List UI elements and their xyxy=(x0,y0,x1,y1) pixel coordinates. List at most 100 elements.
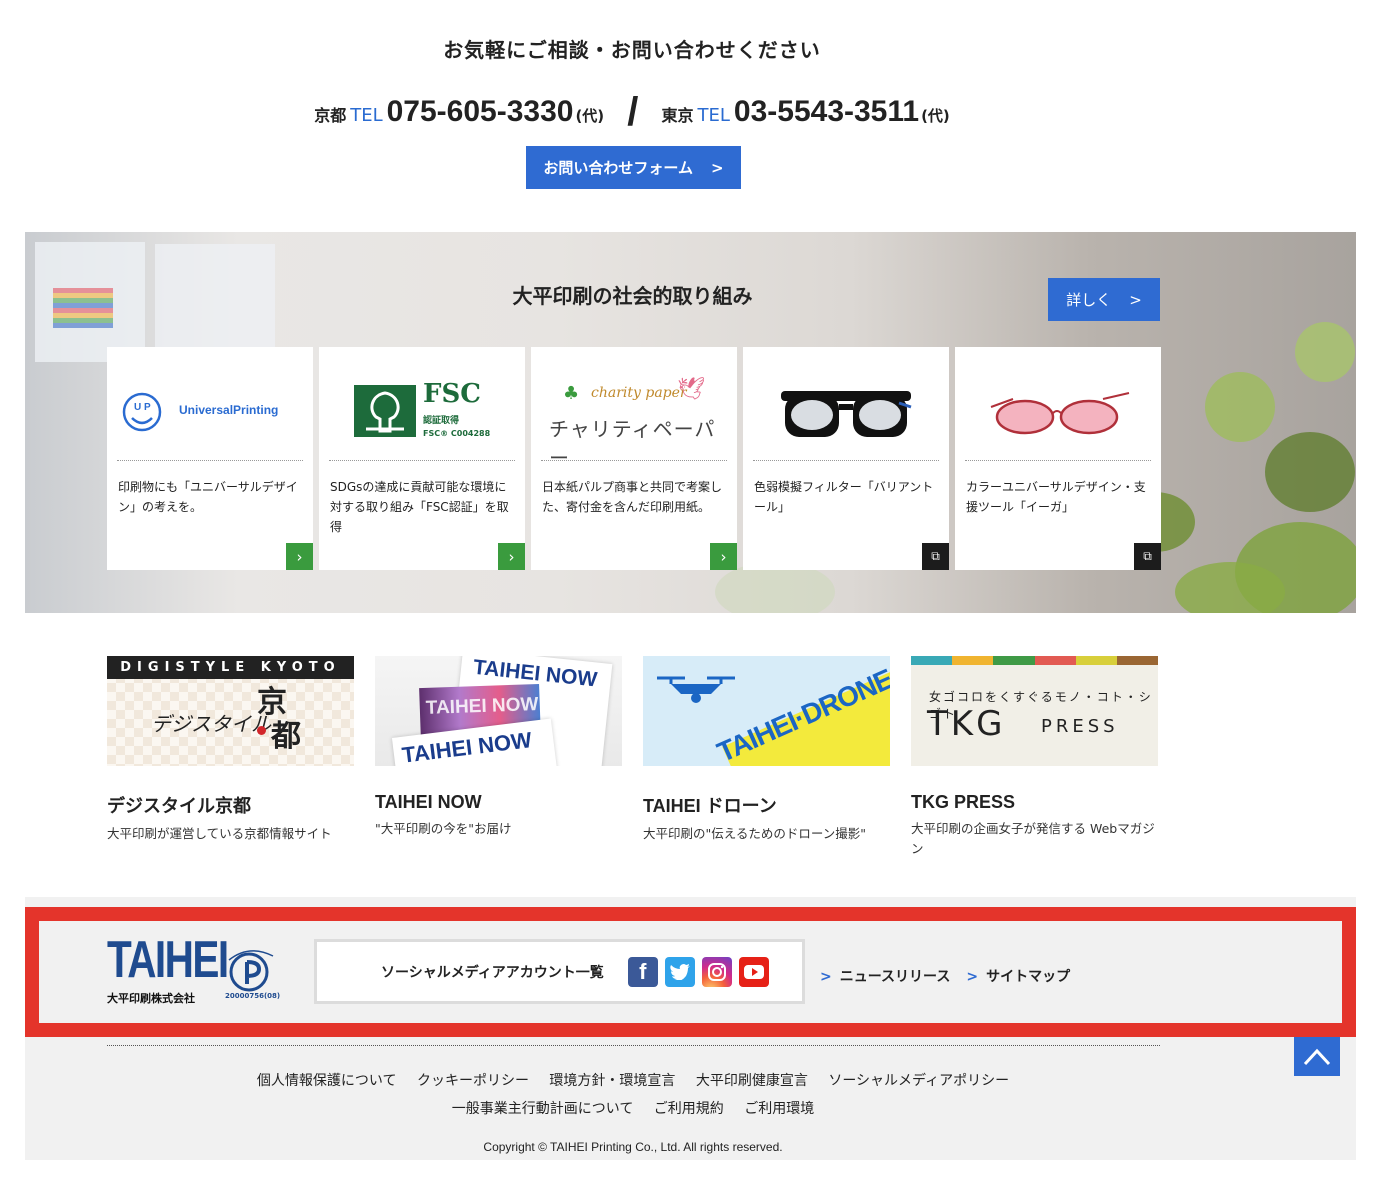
digistyle-banner-to: 都 xyxy=(271,719,301,754)
policy-link-privacy[interactable]: 個人情報保護について xyxy=(257,1073,397,1089)
charity-paper-logo: ♣ charity paper 🕊 チャリティペーパー xyxy=(541,367,727,470)
digistyle-banner[interactable]: DIGISTYLE KYOTO デジスタイル 京 都 xyxy=(107,656,354,766)
twitter-icon[interactable] xyxy=(664,956,695,987)
tkg-press-banner[interactable]: 女ゴコロをくすぐるモノ・コト・シゴト TKG PRESS xyxy=(911,656,1158,766)
card-universal-printing[interactable]: U P UniversalPrinting 印刷物にも「ユニバーサルデザイン」の… xyxy=(107,347,313,570)
media-subtitle: 大平印刷の企画女子が発信する Webマガジン xyxy=(911,821,1155,856)
tel-separator: / xyxy=(627,90,639,134)
plant-leaf xyxy=(1175,562,1285,613)
detail-button[interactable]: 詳しく > xyxy=(1048,278,1160,321)
digistyle-banner-jp: デジスタイル xyxy=(151,712,271,736)
contact-heading: お気軽にご相談・お問い合わせください xyxy=(443,38,821,62)
media-tkg-press[interactable]: 女ゴコロをくすぐるモノ・コト・シゴト TKG PRESS TKG PRESS 大… xyxy=(911,656,1158,859)
card-description: 日本紙パルプ商事と共同で考案した、寄付金を含んだ印刷用紙。 xyxy=(542,480,723,514)
contact-form-label: お問い合わせフォーム xyxy=(543,159,693,177)
fsc-title: FSC xyxy=(423,379,481,409)
kyoto-dai: (代) xyxy=(575,107,605,125)
policy-link-health[interactable]: 大平印刷健康宣言 xyxy=(696,1073,808,1089)
fsc-logo: FSC 認証取得 FSC® C004288 xyxy=(329,367,515,457)
tokyo-label: 東京 xyxy=(661,106,694,125)
svg-text:U P: U P xyxy=(134,402,151,413)
policy-link-cookie[interactable]: クッキーポリシー xyxy=(417,1073,529,1089)
tel-line: 京都 TEL 075-605-3330 (代) / 東京 TEL 03-5543-3511… xyxy=(0,86,1264,134)
taihei-company-name: 大平印刷株式会社 xyxy=(107,992,195,1005)
color-stripe xyxy=(911,656,1158,665)
taihei-drone-banner[interactable]: TAIHEI·DRONE xyxy=(643,656,890,766)
tkg-logo-text: TKG xyxy=(927,704,1006,744)
plant-leaf xyxy=(1205,372,1275,442)
contact-form-button[interactable]: お問い合わせフォーム > xyxy=(526,146,741,189)
kyoto-tel-number[interactable]: 075-605-3330 xyxy=(387,95,574,128)
footer-links: > ニュースリリース > サイトマップ xyxy=(820,966,1070,986)
card-fsc[interactable]: FSC 認証取得 FSC® C004288 SDGsの達成に貢献可能な環境に対す… xyxy=(319,347,525,570)
digistyle-banner-bar: DIGISTYLE KYOTO xyxy=(107,656,354,679)
media-subtitle: 大平印刷の"伝えるためのドローン撮影" xyxy=(643,826,866,841)
external-window-icon[interactable]: ⧉ xyxy=(1134,543,1161,570)
privacy-mark-number: 20000756(08) xyxy=(225,992,281,1000)
bird-icon: 🕊 xyxy=(677,377,705,402)
instagram-icon[interactable] xyxy=(701,956,732,987)
universal-printing-text: UniversalPrinting xyxy=(179,403,279,417)
youtube-icon[interactable] xyxy=(738,956,769,987)
chevron-right-icon: > xyxy=(1129,290,1142,309)
card-divider xyxy=(117,460,303,461)
copyright: Copyright © TAIHEI Printing Co., Ltd. Al… xyxy=(483,1140,783,1154)
policy-link-terms[interactable]: ご利用規約 xyxy=(654,1101,724,1117)
black-glasses-image xyxy=(753,367,939,457)
tokyo-dai: (代) xyxy=(921,107,950,125)
arrow-right-icon[interactable]: › xyxy=(286,543,313,570)
red-dot-icon xyxy=(257,726,266,735)
back-to-top-button[interactable] xyxy=(1294,1037,1340,1076)
detail-button-label: 詳しく xyxy=(1066,291,1112,309)
media-taihei-drone[interactable]: TAIHEI·DRONE TAIHEI ドローン 大平印刷の"伝えるためのドロー… xyxy=(643,656,890,859)
card-charity-paper[interactable]: ♣ charity paper 🕊 チャリティペーパー 日本紙パルプ商事と共同で… xyxy=(531,347,737,570)
social-media-label: ソーシャルメディアアカウント一覧 xyxy=(381,964,604,981)
media-digistyle-kyoto[interactable]: DIGISTYLE KYOTO デジスタイル 京 都 デジスタイル京都 大平印刷… xyxy=(107,656,354,859)
digistyle-banner-kyo: 京 xyxy=(257,685,287,720)
tokyo-tel-number[interactable]: 03-5543-3511 xyxy=(734,95,919,128)
taihei-logo[interactable]: TAIHEI 大平印刷株式会社 20000756(08) xyxy=(107,931,287,1005)
policy-link-social-media[interactable]: ソーシャルメディアポリシー xyxy=(828,1073,1009,1089)
fsc-sub: 認証取得 xyxy=(423,416,460,426)
card-description: SDGsの達成に貢献可能な環境に対する取り組み「FSC認証」を取得 xyxy=(330,480,509,534)
chevron-up-icon xyxy=(1303,1048,1331,1065)
arrow-right-icon[interactable]: › xyxy=(498,543,525,570)
footer-divider xyxy=(107,1045,1160,1046)
chevron-right-icon: > xyxy=(966,969,979,985)
policy-link-action-plan[interactable]: 一般事業主行動計画について xyxy=(452,1101,634,1117)
tkg-press-text: PRESS xyxy=(1041,716,1119,737)
news-release-link[interactable]: > ニュースリリース xyxy=(820,966,950,986)
sitemap-link[interactable]: > サイトマップ xyxy=(966,966,1070,986)
kyoto-tel-label: TEL xyxy=(350,105,383,126)
tokyo-tel-label: TEL xyxy=(697,105,730,126)
fsc-tree-icon xyxy=(354,385,416,437)
arrow-right-icon[interactable]: › xyxy=(710,543,737,570)
policy-row: 一般事業主行動計画について ご利用規約 ご利用環境 xyxy=(0,1095,1266,1123)
media-title[interactable]: TAIHEI NOW xyxy=(375,792,622,813)
media-taihei-now[interactable]: TAIHEI NOW TAIHEI NOW TAIHEI NOW TAIHEI … xyxy=(375,656,622,859)
external-window-icon[interactable]: ⧉ xyxy=(922,543,949,570)
clover-icon: ♣ xyxy=(563,383,580,404)
fsc-code: FSC® C004288 xyxy=(423,429,491,438)
universal-printing-logo: U P UniversalPrinting xyxy=(117,367,303,457)
media-subtitle: "大平印刷の今を"お届け xyxy=(375,821,512,836)
chevron-right-icon: > xyxy=(820,969,832,985)
drone-icon xyxy=(657,676,735,703)
policy-link-environment-req[interactable]: ご利用環境 xyxy=(744,1101,814,1117)
taihei-logo-text: TAIHEI xyxy=(107,931,229,989)
facebook-icon[interactable]: f xyxy=(627,956,658,987)
card-divider xyxy=(329,460,515,461)
policy-link-environment[interactable]: 環境方針・環境宣言 xyxy=(549,1073,675,1089)
media-title[interactable]: TKG PRESS xyxy=(911,792,1158,813)
social-section-title: 大平印刷の社会的取り組み xyxy=(512,284,753,308)
card-divider xyxy=(753,460,939,461)
taihei-now-banner[interactable]: TAIHEI NOW TAIHEI NOW TAIHEI NOW xyxy=(375,656,622,766)
card-iga[interactable]: カラーユニバーサルデザイン・支援ツール「イーガ」 ⧉ xyxy=(955,347,1161,570)
card-variantor[interactable]: 色弱模擬フィルター「バリアントール」 ⧉ xyxy=(743,347,949,570)
card-description: 色弱模擬フィルター「バリアントール」 xyxy=(754,480,934,514)
card-divider xyxy=(965,460,1151,461)
media-subtitle: 大平印刷が運営している京都情報サイト xyxy=(107,826,332,841)
media-title[interactable]: TAIHEI ドローン xyxy=(643,792,890,818)
media-title[interactable]: デジスタイル京都 xyxy=(107,792,354,818)
kyoto-label: 京都 xyxy=(314,106,347,125)
